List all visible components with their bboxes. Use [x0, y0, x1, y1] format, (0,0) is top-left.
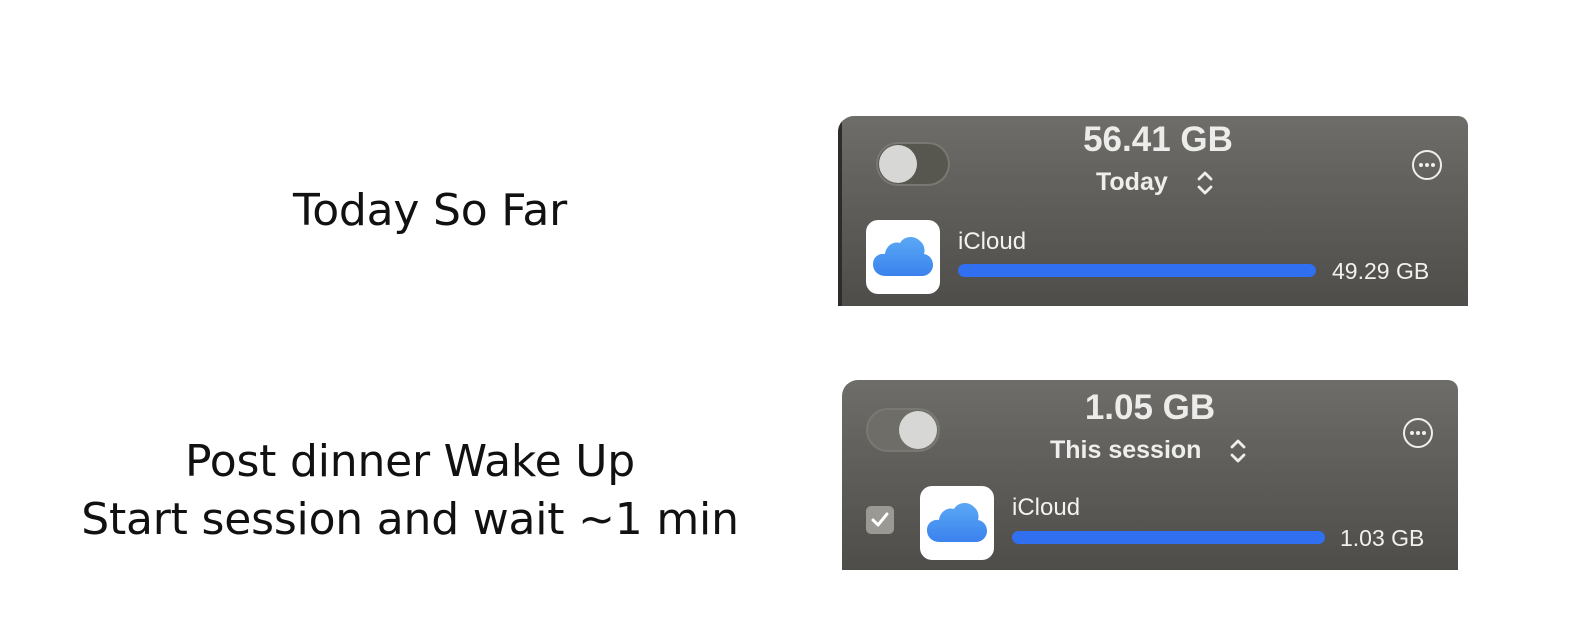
- usage-bar: [958, 264, 1316, 277]
- window-edge: [838, 116, 842, 306]
- usage-bar-fill: [958, 264, 1316, 277]
- period-selector[interactable]: This session: [1050, 436, 1247, 465]
- app-usage-amount: 1.03 GB: [1340, 525, 1425, 551]
- icloud-icon: [920, 486, 994, 560]
- period-label: This session: [1050, 436, 1202, 464]
- period-selector[interactable]: Today: [1096, 168, 1214, 197]
- network-usage-panel-session: 1.05 GB This session iCloud 1.03 GB: [842, 380, 1458, 570]
- checkmark-icon: [871, 512, 889, 527]
- total-usage: 1.05 GB: [1084, 388, 1216, 427]
- more-options-icon[interactable]: [1403, 418, 1433, 448]
- chevron-up-down-icon: [1196, 169, 1214, 197]
- caption-line-2: Start session and wait ~1 min: [81, 494, 739, 545]
- app-usage-amount: 49.29 GB: [1332, 258, 1430, 284]
- usage-bar-fill: [1012, 531, 1325, 544]
- session-toggle[interactable]: [876, 142, 950, 186]
- toggle-knob: [879, 145, 917, 183]
- icloud-icon: [866, 220, 940, 294]
- app-name: iCloud: [958, 228, 1027, 255]
- total-usage: 56.41 GB: [1083, 120, 1233, 159]
- network-usage-panel-today: 56.41 GB Today iCloud 49.29 GB: [838, 116, 1468, 306]
- slide: Today So Far Post dinner Wake Up Start s…: [0, 0, 1572, 638]
- chevron-up-down-icon: [1229, 437, 1247, 465]
- period-label: Today: [1096, 168, 1168, 196]
- caption-post-dinner: Post dinner Wake Up Start session and wa…: [60, 433, 760, 549]
- app-name: iCloud: [1012, 494, 1081, 521]
- caption-line-1: Post dinner Wake Up: [184, 436, 636, 487]
- toggle-knob: [899, 411, 937, 449]
- usage-bar: [1012, 531, 1325, 544]
- caption-today-so-far: Today So Far: [293, 185, 567, 236]
- session-toggle[interactable]: [866, 408, 940, 452]
- more-options-icon[interactable]: [1412, 150, 1442, 180]
- app-checkbox[interactable]: [866, 506, 894, 534]
